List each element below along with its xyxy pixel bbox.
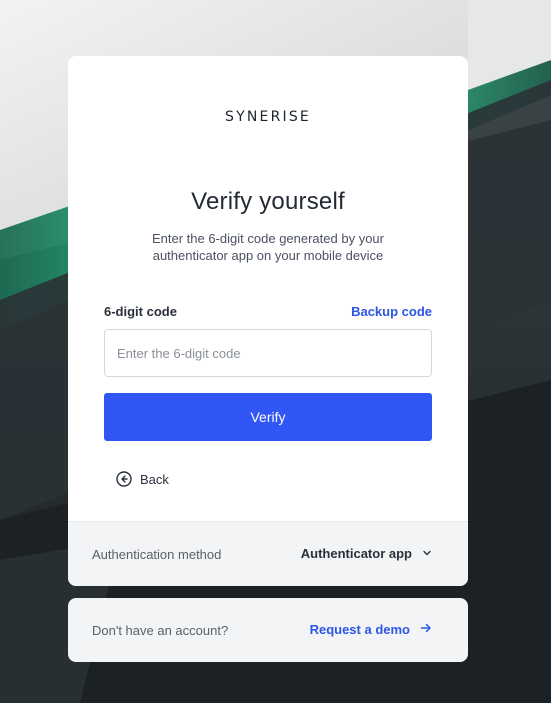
auth-method-label: Authentication method (92, 547, 222, 562)
login-card: SYNERISE Verify yourself Enter the 6-dig… (68, 56, 468, 586)
page-subtitle: Enter the 6-digit code generated by your… (152, 231, 384, 263)
back-label: Back (140, 471, 169, 487)
backup-code-link[interactable]: Backup code (351, 304, 432, 319)
auth-method-bar: Authentication method Authenticator app (68, 521, 468, 586)
brand-logo: SYNERISE (68, 108, 468, 129)
code-field-label: 6-digit code (104, 304, 177, 319)
code-input[interactable] (104, 329, 432, 377)
auth-method-value: Authenticator app (300, 546, 412, 561)
verify-button[interactable]: Verify (104, 393, 432, 441)
page-title: Verify yourself (191, 188, 345, 215)
auth-method-dropdown[interactable]: Authenticator app (301, 546, 432, 561)
synerise-logo: SYNERISE (225, 109, 311, 125)
svg-text:SYNERISE: SYNERISE (225, 109, 311, 124)
arrow-left-circle-icon (116, 471, 132, 487)
chevron-down-icon (422, 546, 432, 561)
request-demo-label: Request a demo (309, 622, 410, 637)
request-demo-link[interactable]: Request a demo (310, 622, 432, 637)
signup-card: Don't have an account? Request a demo (68, 598, 468, 662)
no-account-text: Don't have an account? (92, 623, 229, 638)
arrow-right-icon (420, 622, 432, 637)
back-button[interactable]: Back (116, 471, 169, 487)
